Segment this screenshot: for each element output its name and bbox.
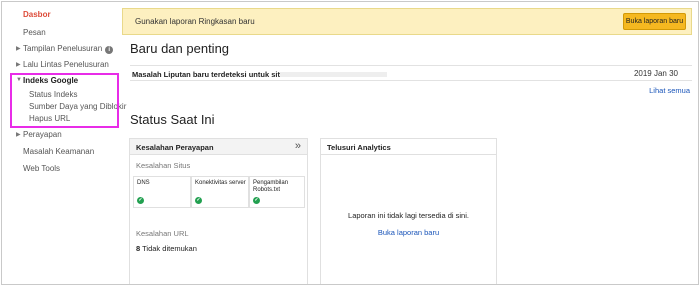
caret-right-icon: ▶: [16, 132, 21, 138]
panel-title: Kesalahan Perayapan: [136, 143, 214, 152]
not-found-label: Tidak ditemukan: [142, 244, 197, 253]
divider: [130, 80, 692, 81]
cell-label: DNS: [137, 180, 150, 186]
double-chevron-right-icon[interactable]: »: [295, 140, 301, 152]
open-new-report-link[interactable]: Buka laporan baru: [321, 228, 496, 237]
check-icon: ✓: [137, 197, 144, 204]
sidebar-item-search-appearance[interactable]: Tampilan Penelusuran i: [23, 44, 114, 54]
divider: [130, 65, 692, 66]
url-errors-label: Kesalahan URL: [136, 229, 189, 238]
crawl-errors-panel: Kesalahan Perayapan » Kesalahan Situs DN…: [129, 138, 308, 284]
site-error-cell-server-connectivity[interactable]: Konektivitas server ✓: [191, 176, 249, 208]
sidebar-item-label: Tampilan Penelusuran: [23, 44, 103, 53]
sidebar-item-search-traffic[interactable]: Lalu Lintas Penelusuran: [23, 60, 109, 69]
info-icon[interactable]: i: [105, 46, 114, 54]
site-error-cell-dns[interactable]: DNS ✓: [133, 176, 191, 208]
issue-text[interactable]: Masalah Liputan baru terdeteksi untuk si…: [132, 70, 289, 79]
sidebar: Dasbor Pesan ▶ Tampilan Penelusuran i ▶ L…: [2, 2, 126, 284]
banner-text: Gunakan laporan Ringkasan baru: [135, 17, 255, 26]
search-analytics-header[interactable]: Telusuri Analytics: [321, 139, 496, 155]
highlight-box: [10, 73, 119, 128]
caret-right-icon: ▶: [16, 46, 21, 52]
sidebar-item-security-issues[interactable]: Masalah Keamanan: [23, 147, 94, 156]
search-analytics-panel: Telusuri Analytics Laporan ini tidak lag…: [320, 138, 497, 284]
cell-label: Konektivitas server: [195, 180, 246, 186]
issue-date: 2019 Jan 30: [633, 69, 678, 78]
sidebar-item-web-tools[interactable]: Web Tools: [23, 164, 60, 173]
site-error-cell-robots-fetch[interactable]: Pengambilan Robots.txt ✓: [249, 176, 305, 208]
caret-right-icon: ▶: [16, 62, 21, 68]
new-report-banner: Gunakan laporan Ringkasan baru Buka lapo…: [122, 8, 692, 35]
not-found-count: 8: [136, 244, 141, 253]
sidebar-item-crawl[interactable]: Perayapan: [23, 130, 62, 139]
cell-label: Pengambilan Robots.txt: [253, 180, 289, 193]
sidebar-item-dashboard[interactable]: Dasbor: [23, 10, 51, 19]
check-icon: ✓: [195, 197, 202, 204]
sidebar-item-messages[interactable]: Pesan: [23, 28, 46, 37]
current-status-title: Status Saat Ini: [130, 112, 215, 127]
not-found-row[interactable]: 8 Tidak ditemukan: [136, 244, 197, 253]
see-all-link[interactable]: Lihat semua: [649, 86, 690, 95]
check-icon: ✓: [253, 197, 260, 204]
new-important-title: Baru dan penting: [130, 41, 230, 56]
app-frame: Dasbor Pesan ▶ Tampilan Penelusuran i ▶ L…: [1, 1, 699, 285]
crawl-errors-header[interactable]: Kesalahan Perayapan »: [130, 139, 307, 155]
analytics-unavailable-message: Laporan ini tidak lagi tersedia di sini.: [348, 211, 469, 220]
redacted-site-bar: [280, 72, 387, 77]
site-errors-label: Kesalahan Situs: [136, 161, 191, 170]
open-new-report-button[interactable]: Buka laporan baru: [623, 13, 686, 30]
